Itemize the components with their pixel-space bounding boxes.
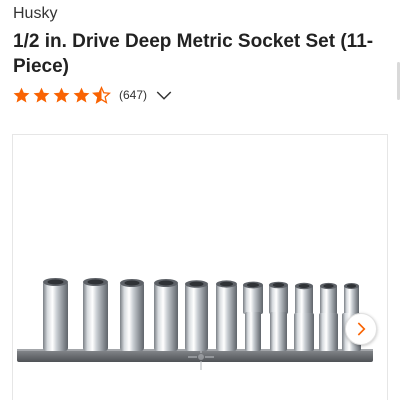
socket-4 — [154, 279, 178, 351]
product-title: 1/2 in. Drive Deep Metric Socket Set (11… — [13, 31, 374, 77]
star-full-icon — [73, 87, 90, 103]
chevron-right-icon — [357, 322, 366, 336]
star-rating — [12, 85, 112, 105]
socket-7 — [243, 281, 263, 351]
next-image-button[interactable] — [345, 313, 377, 345]
chevron-down-icon[interactable] — [155, 86, 173, 104]
product-image-gallery[interactable] — [12, 134, 388, 400]
socket-8 — [269, 281, 288, 351]
socket-set-image — [17, 278, 373, 370]
star-half-icon — [92, 85, 111, 104]
rating-row[interactable]: (647) — [12, 84, 173, 106]
star-full-icon — [33, 87, 50, 103]
brand-name[interactable]: Husky — [13, 5, 57, 23]
socket-5 — [185, 280, 208, 351]
socket-6 — [216, 280, 237, 351]
socket-9 — [294, 282, 314, 351]
star-full-icon — [13, 87, 30, 103]
star-full-icon — [53, 87, 70, 103]
socket-2 — [83, 278, 108, 351]
socket-10 — [319, 282, 338, 351]
socket-1 — [43, 278, 68, 351]
review-count: (647) — [119, 88, 148, 102]
socket-3 — [120, 279, 144, 351]
